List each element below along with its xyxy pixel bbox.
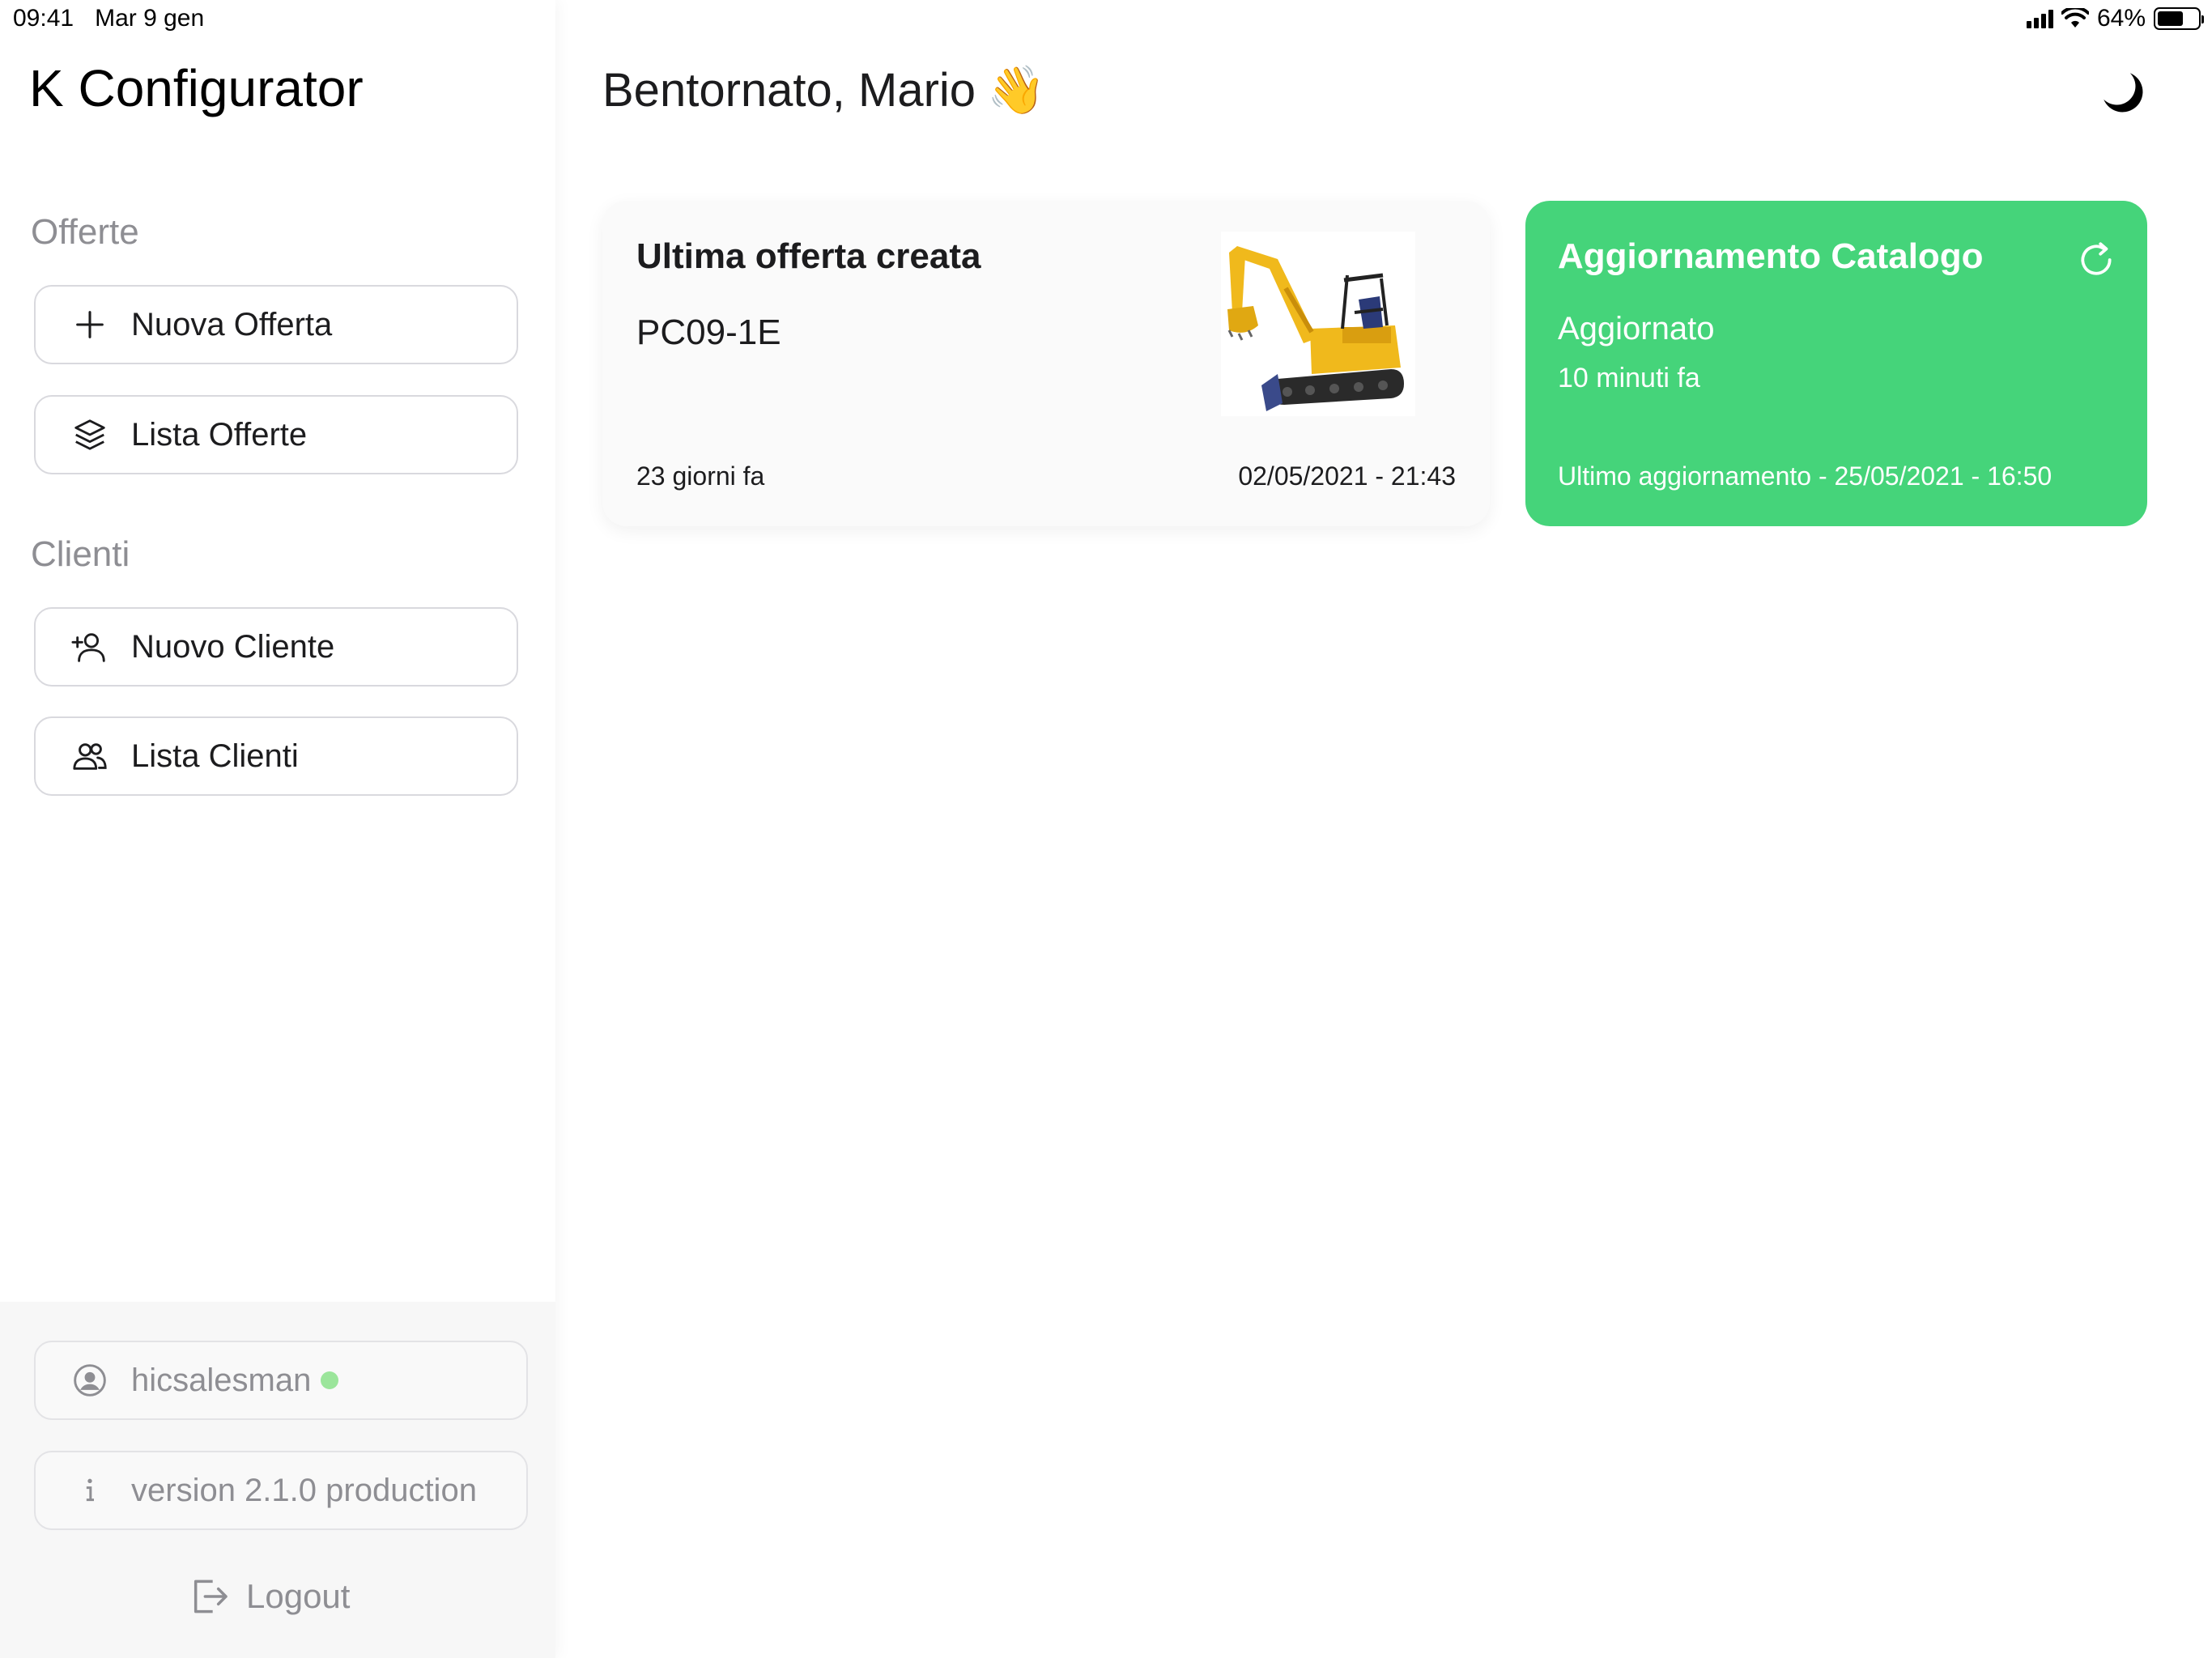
battery-icon [2154, 7, 2204, 30]
new-client-label: Nuovo Cliente [131, 628, 335, 665]
sidebar: K Configurator Offerte Nuova Offerta Lis… [0, 0, 555, 1658]
wifi-icon [2061, 8, 2089, 28]
users-icon [70, 736, 110, 776]
new-client-button[interactable]: Nuovo Cliente [34, 607, 518, 687]
section-title-clienti: Clienti [31, 534, 130, 574]
catalog-ago: 10 minuti fa [1558, 363, 1700, 393]
plus-icon [70, 304, 110, 345]
new-offer-label: Nuova Offerta [131, 306, 333, 342]
layers-icon [70, 414, 110, 455]
catalog-last-update: Ultimo aggiornamento - 25/05/2021 - 16:5… [1558, 461, 2052, 491]
new-offer-button[interactable]: Nuova Offerta [34, 285, 518, 364]
dark-mode-toggle[interactable] [2099, 68, 2147, 117]
online-status-dot [321, 1371, 339, 1389]
status-time: 09:41 [13, 5, 74, 32]
last-offer-ago: 23 giorni fa [636, 461, 765, 491]
client-list-label: Lista Clienti [131, 738, 299, 774]
refresh-icon [2081, 242, 2112, 275]
catalog-title: Aggiornamento Catalogo [1558, 236, 1984, 276]
user-circle-icon [70, 1360, 110, 1401]
offer-list-button[interactable]: Lista Offerte [34, 395, 518, 474]
cellular-signal-icon [2026, 9, 2053, 28]
info-icon [70, 1470, 110, 1511]
offer-list-label: Lista Offerte [131, 416, 308, 453]
client-list-button[interactable]: Lista Clienti [34, 716, 518, 796]
version-info: version 2.1.0 production [34, 1451, 528, 1530]
app-title: K Configurator [29, 59, 364, 117]
catalog-status: Aggiornato [1558, 311, 1715, 346]
logout-label: Logout [246, 1577, 351, 1615]
user-plus-icon [70, 627, 110, 667]
username-label: hicsalesman [131, 1362, 312, 1398]
last-offer-title: Ultima offerta creata [636, 236, 981, 276]
greeting-heading: Bentornato, Mario 👋 [602, 63, 1045, 118]
last-offer-date: 02/05/2021 - 21:43 [1238, 461, 1456, 491]
section-title-offerte: Offerte [31, 212, 139, 252]
logout-button[interactable]: Logout [186, 1574, 350, 1619]
excavator-image [1221, 232, 1415, 416]
waving-hand-emoji: 👋 [987, 64, 1046, 117]
user-profile-button[interactable]: hicsalesman [34, 1341, 528, 1420]
status-bar: 09:41 Mar 9 gen 64% [0, 0, 2212, 39]
greeting-text: Bentornato, Mario [602, 64, 976, 117]
status-left: 09:41 Mar 9 gen [13, 5, 204, 32]
moon-icon [2104, 73, 2143, 113]
logout-icon [194, 1579, 228, 1613]
status-right: 64% [2026, 5, 2204, 32]
battery-level [2158, 11, 2183, 26]
battery-percentage: 64% [2096, 5, 2146, 32]
version-label: version 2.1.0 production [131, 1472, 477, 1508]
catalog-update-card: Aggiornamento Catalogo Aggiornato 10 min… [1525, 201, 2147, 526]
last-offer-card[interactable]: Ultima offerta creata PC09-1E 23 giorni … [602, 201, 1490, 526]
status-date: Mar 9 gen [95, 5, 205, 32]
last-offer-model: PC09-1E [636, 312, 781, 352]
refresh-button[interactable] [2076, 240, 2116, 280]
